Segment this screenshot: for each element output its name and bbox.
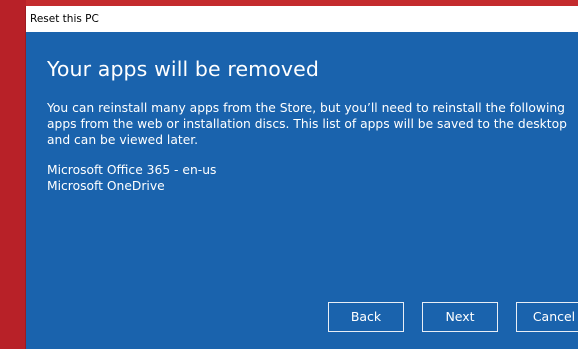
cancel-button[interactable]: Cancel [516,302,578,332]
app-list: Microsoft Office 365 - en-us Microsoft O… [47,163,578,194]
next-button[interactable]: Next [422,302,498,332]
window-title: Reset this PC [26,6,578,32]
list-item: Microsoft Office 365 - en-us [47,163,217,177]
dialog-content: Your apps will be removed You can reinst… [47,32,578,194]
reset-pc-dialog: Reset this PC Your apps will be removed … [26,6,578,349]
back-button[interactable]: Back [328,302,404,332]
description-text: You can reinstall many apps from the Sto… [47,101,567,147]
desktop-background [0,0,26,349]
list-item: Microsoft OneDrive [47,178,165,193]
page-title: Your apps will be removed [47,57,319,81]
